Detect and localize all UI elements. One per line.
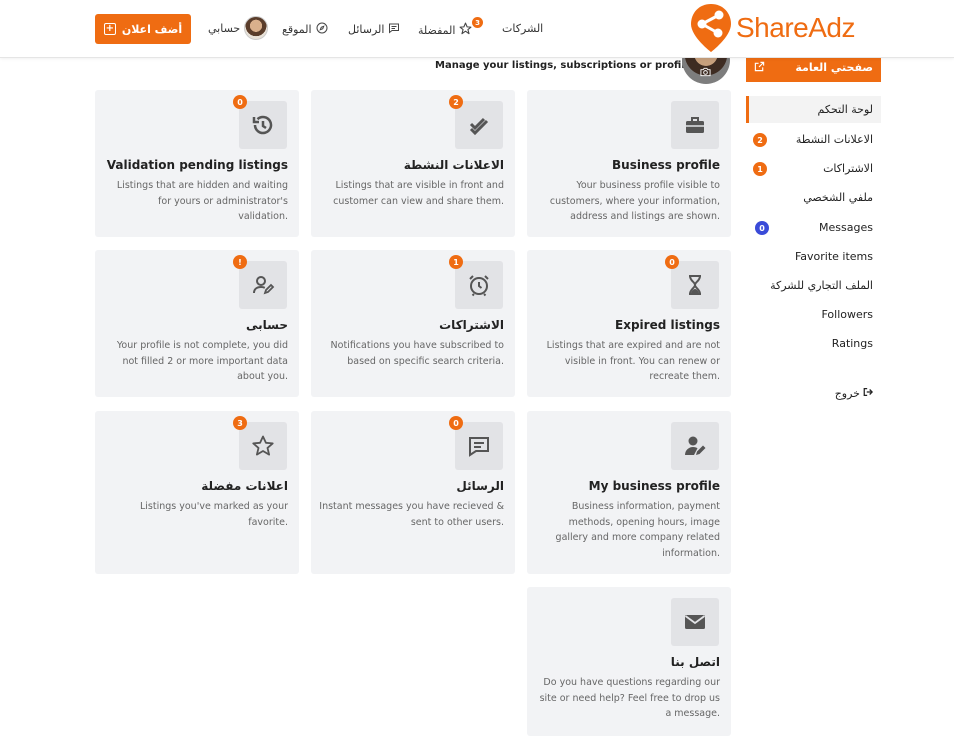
card-title: الاعلانات النشطة (403, 158, 504, 172)
camera-icon[interactable] (700, 67, 711, 80)
card-description: Listings you've marked as your favorite. (139, 501, 288, 528)
card-title: الاشتراكات (439, 318, 504, 332)
card-title: Business profile (612, 158, 720, 172)
sidebar-item-dashboard[interactable]: لوحة التحكم (818, 103, 873, 116)
share-pin-icon (691, 4, 731, 52)
avatar (244, 16, 269, 40)
card-count-badge: 2 (449, 95, 463, 109)
card-title: الرسائل (456, 479, 504, 493)
nav-account[interactable]: حسابي (208, 16, 269, 40)
card-title: اعلانات مفضلة (201, 479, 288, 493)
favorites-label: المفضلة (418, 23, 456, 37)
nav-favorites[interactable]: المفضلة (418, 22, 472, 38)
logo-text: ShareAdz (736, 12, 855, 43)
sidebar-item-subscriptions[interactable]: الاشتراكات (823, 162, 873, 175)
card-description: Your business profile visible to customer… (549, 180, 720, 222)
card-count-badge: 1 (449, 255, 463, 269)
card-favorites[interactable]: 3 اعلانات مفضلة Listings you've marked a… (95, 411, 299, 574)
companies-label: الشركات (502, 22, 544, 35)
sidebar-item-followers[interactable]: Followers (821, 308, 873, 321)
card-title: Validation pending listings (106, 158, 288, 172)
card-description: Your profile is not complete, you did not… (116, 340, 288, 382)
active-listings-badge: 2 (753, 133, 767, 147)
card-count-badge: 0 (449, 416, 463, 430)
nav-site[interactable]: الموقع (282, 22, 328, 37)
card-subscriptions[interactable]: 1 الاشتراكات Notifications you have subs… (311, 250, 515, 397)
envelope-icon (671, 598, 719, 646)
card-title: اتصل بنا (670, 655, 720, 669)
messages-label: الرسائل (348, 23, 385, 36)
card-title: My business profile (588, 479, 720, 493)
chat-icon (388, 22, 400, 37)
alarm-clock-icon: 1 (449, 255, 503, 309)
messages-badge: 0 (755, 221, 769, 235)
card-expired-listings[interactable]: 0 Expired listings Listings that are exp… (527, 250, 731, 397)
user-edit-icon: ! (233, 255, 287, 309)
briefcase-icon (671, 101, 719, 149)
sidebar-item-messages[interactable]: Messages (819, 221, 873, 234)
card-description: Business information, payment methods, op… (555, 501, 720, 559)
dashboard-subtitle: Manage your listings, subscriptions or p… (435, 60, 692, 71)
star-icon: 3 (233, 416, 287, 470)
card-messages[interactable]: 0 الرسائل Instant messages you have reci… (311, 411, 515, 574)
card-description: Listings that are hidden and waiting for … (116, 180, 288, 222)
card-description: Instant messages you have recieved & sent… (319, 501, 504, 528)
double-check-icon: 2 (449, 95, 503, 149)
account-label: حسابي (208, 21, 241, 35)
sidebar-item-business-profile[interactable]: الملف التجاري للشركة (770, 279, 873, 292)
business-user-edit-icon (671, 422, 719, 470)
card-my-business-profile[interactable]: My business profile Business information… (527, 411, 731, 574)
card-description: Do you have questions regarding our site … (539, 677, 720, 719)
sidebar-item-my-profile[interactable]: ملفي الشخصي (803, 191, 873, 204)
plus-icon: + (103, 23, 116, 35)
history-icon: 0 (233, 95, 287, 149)
top-navbar: + أضف اعلان حسابي الموقع الرسائل المفضلة… (0, 0, 954, 58)
chat-icon: 0 (449, 416, 503, 470)
nav-companies[interactable]: الشركات (502, 22, 543, 35)
logout-icon (863, 387, 874, 400)
logout-label: خروج (834, 387, 860, 400)
sidebar-item-ratings[interactable]: Ratings (832, 337, 873, 350)
nav-messages[interactable]: الرسائل (348, 22, 400, 37)
card-my-account[interactable]: ! حسابى Your profile is not complete, yo… (95, 250, 299, 397)
card-count-badge: 0 (665, 255, 679, 269)
card-description: Notifications you have subscribed to base… (330, 340, 504, 367)
card-description: Listings that are visible in front and cu… (333, 180, 504, 207)
card-active-listings[interactable]: 2 الاعلانات النشطة Listings that are vis… (311, 90, 515, 237)
card-title: حسابى (245, 318, 288, 332)
public-page-label: صفحتي العامة (795, 61, 873, 74)
site-logo[interactable]: ShareAdz (688, 2, 855, 54)
add-listing-label: أضف اعلان (121, 22, 183, 36)
sidebar-item-active-listings[interactable]: الاعلانات النشطة (796, 133, 873, 146)
favorites-count-badge: 3 (472, 17, 483, 28)
sidebar-logout[interactable]: خروج (834, 387, 874, 400)
card-contact-us[interactable]: اتصل بنا Do you have questions regarding… (527, 587, 731, 736)
card-validation-pending[interactable]: 0 Validation pending listings Listings t… (95, 90, 299, 237)
card-count-badge: 0 (233, 95, 247, 109)
subscriptions-badge: 1 (753, 162, 767, 176)
star-icon (459, 22, 472, 38)
card-description: Listings that are expired and are not vis… (546, 340, 720, 382)
card-business-profile[interactable]: Business profile Your business profile v… (527, 90, 731, 237)
site-label: الموقع (282, 23, 312, 36)
sidebar-item-favorite-items[interactable]: Favorite items (795, 250, 873, 263)
card-title: Expired listings (615, 318, 720, 332)
add-listing-button[interactable]: + أضف اعلان (95, 14, 191, 44)
warning-badge: ! (233, 255, 247, 269)
hourglass-icon: 0 (665, 255, 719, 309)
compass-icon (316, 22, 328, 37)
card-count-badge: 3 (233, 416, 247, 430)
external-link-icon (754, 61, 765, 75)
